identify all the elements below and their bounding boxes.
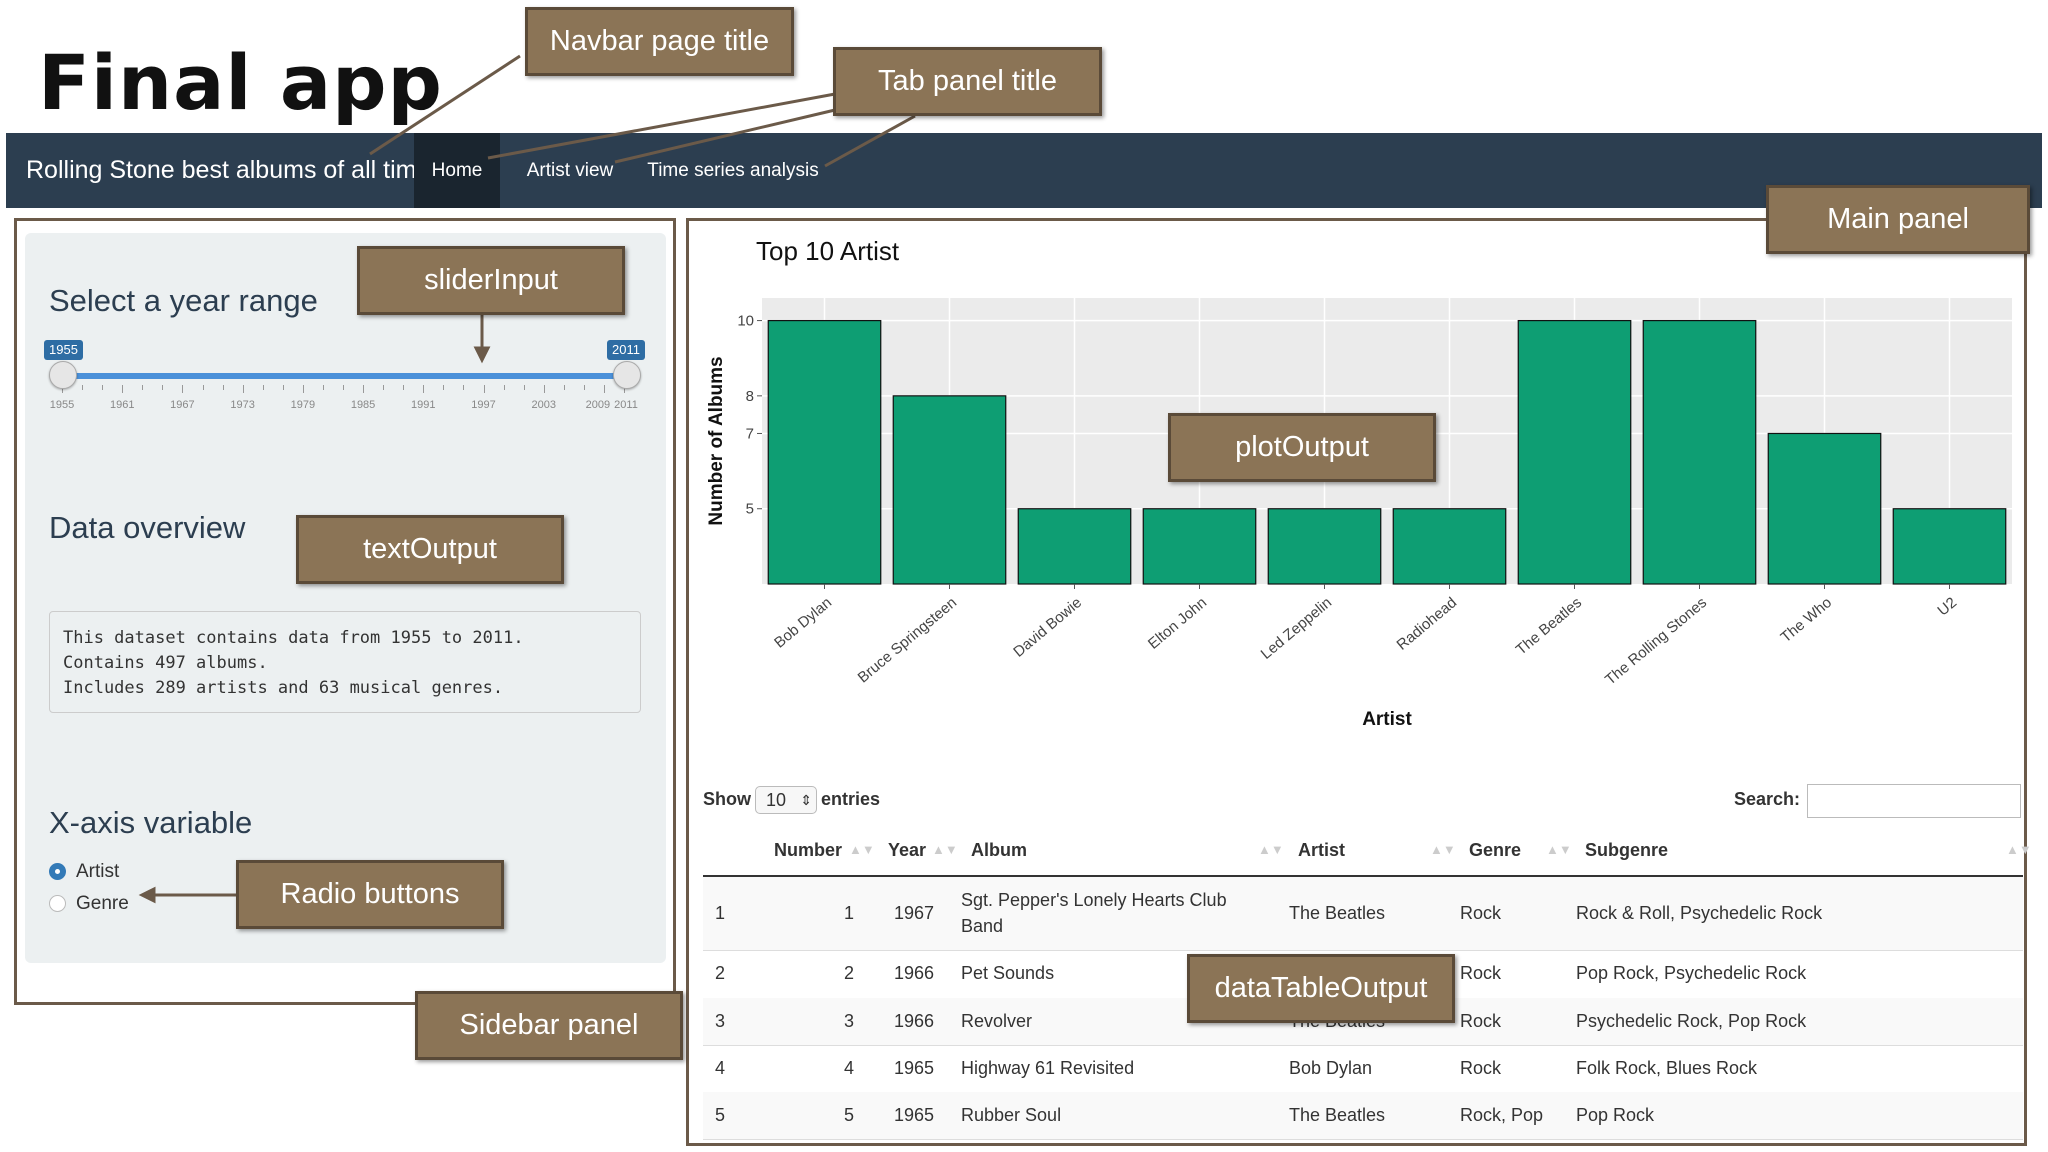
- annotation-tab-panel-title: Tab panel title: [833, 47, 1102, 116]
- annotation-radio-buttons: Radio buttons: [236, 860, 504, 929]
- annotation-slider-input: sliderInput: [357, 246, 625, 315]
- annotation-main-panel: Main panel: [1766, 185, 2030, 254]
- annotation-text-output: textOutput: [296, 515, 564, 584]
- annotation-navbar-page-title: Navbar page title: [525, 7, 794, 76]
- annotation-sidebar-panel: Sidebar panel: [415, 991, 683, 1060]
- annotation-data-table-output: dataTableOutput: [1187, 954, 1455, 1023]
- annotation-plot-output: plotOutput: [1168, 413, 1436, 482]
